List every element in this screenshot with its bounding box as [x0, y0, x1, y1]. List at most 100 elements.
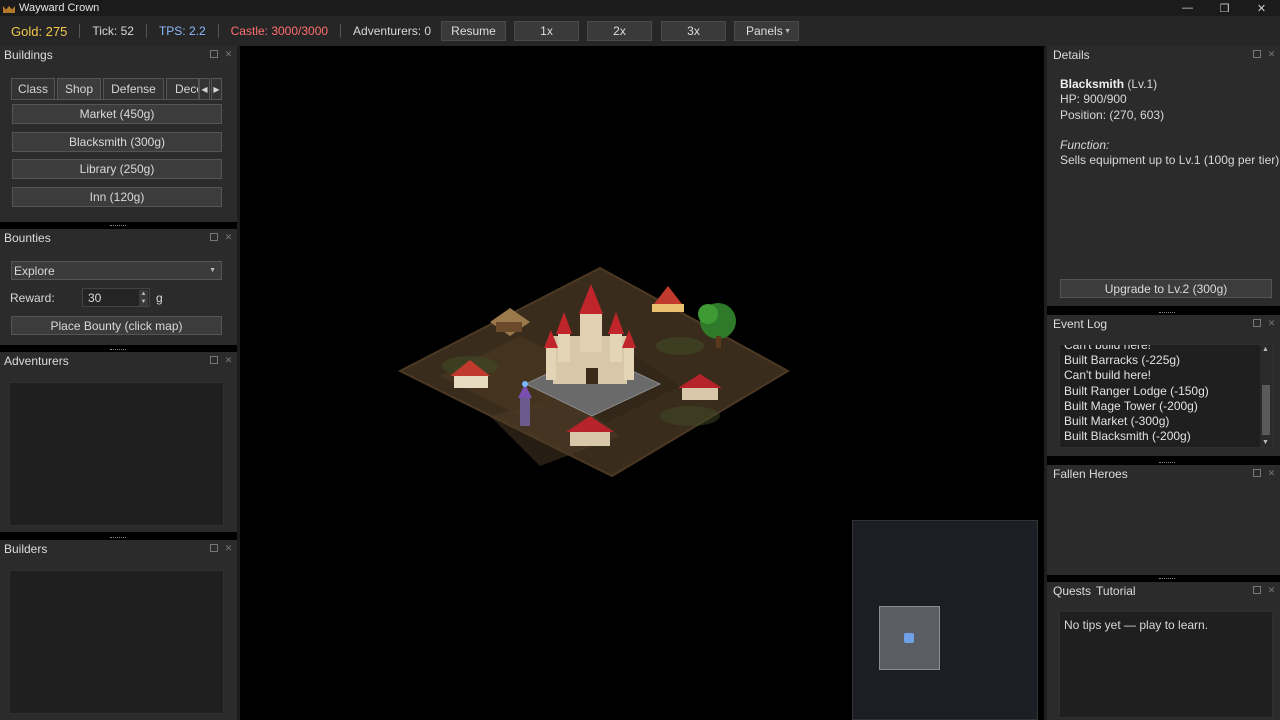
speed-3x-button[interactable]: 3x — [661, 21, 726, 41]
bounties-title: Bounties — [4, 231, 51, 245]
function-label: Function: — [1060, 137, 1110, 152]
panel-header: Builders ✕ — [0, 540, 237, 558]
reward-label: Reward: — [10, 291, 55, 305]
building-level: (Lv.1) — [1127, 77, 1158, 91]
game-map[interactable] — [240, 46, 1044, 720]
buildings-title: Buildings — [4, 48, 53, 62]
log-entry: Built Blacksmith (-200g) — [1064, 429, 1191, 444]
panel-header: Bounties ✕ — [0, 229, 237, 247]
panels-label: Panels — [746, 24, 783, 38]
upgrade-button[interactable]: Upgrade to Lv.2 (300g) — [1060, 279, 1272, 298]
resize-grip[interactable] — [110, 225, 126, 227]
panel-controls: ✕ — [1253, 586, 1276, 595]
panel-header: Buildings ✕ — [0, 46, 237, 64]
resize-grip[interactable] — [1159, 462, 1175, 464]
place-bounty-button[interactable]: Place Bounty (click map) — [11, 316, 222, 335]
log-entry: Built Market (-300g) — [1064, 413, 1170, 428]
resize-grip[interactable] — [1159, 312, 1175, 314]
speed-2x-button[interactable]: 2x — [587, 21, 652, 41]
maximize-button[interactable]: ❐ — [1206, 0, 1243, 16]
minimize-button[interactable]: — — [1169, 0, 1206, 16]
panel-controls: ✕ — [210, 50, 233, 59]
close-button[interactable]: ✕ — [1243, 0, 1280, 16]
minimap[interactable] — [852, 520, 1038, 720]
tab-defense[interactable]: Defense — [103, 78, 164, 100]
float-panel-icon[interactable] — [1253, 50, 1261, 58]
panel-controls: ✕ — [1253, 469, 1276, 478]
minimap-viewport[interactable] — [879, 606, 940, 670]
panel-header: Event Log ✕ — [1047, 315, 1280, 333]
tab-scroll-right-icon[interactable]: ▶ — [211, 78, 222, 100]
build-library-button[interactable]: Library (250g) — [12, 159, 222, 179]
build-market-button[interactable]: Market (450g) — [12, 104, 222, 124]
tab-deco[interactable]: Deco — [166, 78, 199, 100]
float-panel-icon[interactable] — [210, 544, 218, 552]
close-panel-icon[interactable]: ✕ — [1267, 319, 1276, 328]
speed-1x-button[interactable]: 1x — [514, 21, 579, 41]
reward-input[interactable]: 30 ▲ ▼ — [82, 288, 150, 307]
close-panel-icon[interactable]: ✕ — [224, 50, 233, 59]
resume-button[interactable]: Resume — [441, 21, 506, 41]
tab-scroll-left-icon[interactable]: ◀ — [199, 78, 210, 100]
scrollbar-thumb[interactable] — [1262, 385, 1270, 435]
panels-dropdown[interactable]: Panels ▼ — [734, 21, 799, 41]
panel-controls: ✕ — [210, 544, 233, 553]
title-bar: Wayward Crown — ❐ ✕ — [0, 0, 1280, 16]
increment-icon[interactable]: ▲ — [139, 290, 148, 298]
log-entry: Built Barracks (-225g) — [1064, 353, 1181, 368]
tab-quests[interactable]: Quests — [1053, 584, 1091, 598]
close-panel-icon[interactable]: ✕ — [1267, 469, 1276, 478]
tab-shop[interactable]: Shop — [57, 78, 101, 100]
adventurers-list[interactable] — [9, 382, 224, 526]
float-panel-icon[interactable] — [1253, 586, 1261, 594]
panel-controls: ✕ — [210, 356, 233, 365]
resize-grip[interactable] — [110, 537, 126, 539]
resize-grip[interactable] — [110, 349, 126, 351]
tab-class[interactable]: Class — [11, 78, 55, 100]
details-title: Details — [1053, 48, 1090, 62]
panel-controls: ✕ — [1253, 50, 1276, 59]
close-panel-icon[interactable]: ✕ — [224, 233, 233, 242]
resize-grip[interactable] — [1159, 578, 1175, 580]
builders-list[interactable] — [9, 570, 224, 714]
building-name: Blacksmith — [1060, 77, 1125, 91]
build-inn-button[interactable]: Inn (120g) — [12, 187, 222, 207]
building-position: Position: (270, 603) — [1060, 107, 1165, 122]
bounty-type-select[interactable]: Explore ▼ — [11, 261, 222, 280]
float-panel-icon[interactable] — [210, 233, 218, 241]
close-panel-icon[interactable]: ✕ — [224, 544, 233, 553]
details-body: Blacksmith (Lv.1) HP: 900/900 Position: … — [1060, 77, 1279, 168]
decrement-icon[interactable]: ▼ — [139, 298, 148, 306]
gold-stat: Gold: 275 — [11, 23, 68, 39]
close-panel-icon[interactable]: ✕ — [1267, 50, 1276, 59]
castle-marker-icon — [904, 633, 914, 643]
event-log-title: Event Log — [1053, 317, 1108, 331]
tab-tutorial[interactable]: Tutorial — [1096, 584, 1136, 598]
function-text: Sells equipment up to Lv.1 (100g per tie… — [1060, 153, 1280, 168]
event-log-list[interactable]: Can't build here! Built Barracks (-225g)… — [1059, 344, 1273, 448]
event-log-scrollbar[interactable]: ▲ ▼ — [1260, 345, 1272, 447]
tick-stat: Tick: 52 — [92, 24, 134, 38]
float-panel-icon[interactable] — [1253, 319, 1261, 327]
panel-controls: ✕ — [1253, 319, 1276, 328]
fallen-heroes-title: Fallen Heroes — [1053, 467, 1128, 481]
float-panel-icon[interactable] — [1253, 469, 1261, 477]
panel-controls: ✕ — [210, 233, 233, 242]
float-panel-icon[interactable] — [210, 50, 218, 58]
log-entry: Can't build here! — [1064, 368, 1152, 383]
scroll-down-icon[interactable]: ▼ — [1262, 439, 1269, 446]
bounty-type-value: Explore — [14, 263, 55, 278]
close-panel-icon[interactable]: ✕ — [1267, 586, 1276, 595]
fallen-heroes-list[interactable] — [1059, 490, 1273, 570]
float-panel-icon[interactable] — [210, 356, 218, 364]
scroll-up-icon[interactable]: ▲ — [1262, 346, 1269, 353]
chevron-down-icon: ▼ — [784, 27, 791, 35]
close-panel-icon[interactable]: ✕ — [224, 356, 233, 365]
event-log-lines: Can't build here! Built Barracks (-225g)… — [1064, 345, 1209, 444]
build-blacksmith-button[interactable]: Blacksmith (300g) — [12, 132, 222, 152]
tab-underline — [11, 99, 222, 100]
window-title: Wayward Crown — [19, 2, 100, 14]
building-heading: Blacksmith (Lv.1) — [1060, 77, 1279, 92]
panel-header: Quests Tutorial ✕ — [1047, 582, 1280, 600]
panel-header: Adventurers ✕ — [0, 352, 237, 370]
